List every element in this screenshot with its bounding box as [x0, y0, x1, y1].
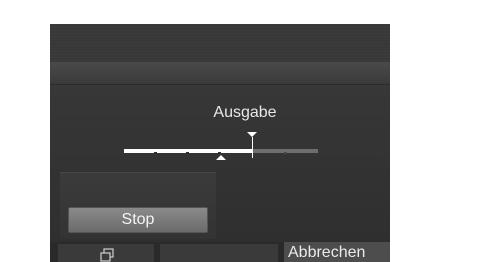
slider-tick — [218, 152, 221, 154]
slider-tick — [186, 152, 189, 154]
device-screen: Ausgabe Stop Abbrechen — [50, 24, 390, 262]
slider-tick — [154, 152, 157, 154]
slider-tick — [284, 152, 287, 154]
bottom-nav-bar: Abbrechen — [50, 242, 390, 262]
slider-label-row: Ausgabe — [50, 104, 390, 122]
output-label: Ausgabe — [213, 104, 277, 121]
cancel-button[interactable]: Abbrechen — [284, 242, 390, 262]
nav-cell-middle[interactable] — [160, 244, 278, 262]
stop-button[interactable]: Stop — [68, 207, 208, 233]
header-band-lower — [50, 62, 390, 85]
header-band — [50, 24, 390, 62]
slider-thumb[interactable] — [252, 137, 253, 158]
reference-marker-icon — [216, 155, 226, 160]
output-slider[interactable] — [124, 127, 318, 160]
copy-icon — [100, 248, 114, 262]
nav-cell-left[interactable] — [58, 244, 154, 262]
control-panel: Stop — [60, 172, 216, 239]
